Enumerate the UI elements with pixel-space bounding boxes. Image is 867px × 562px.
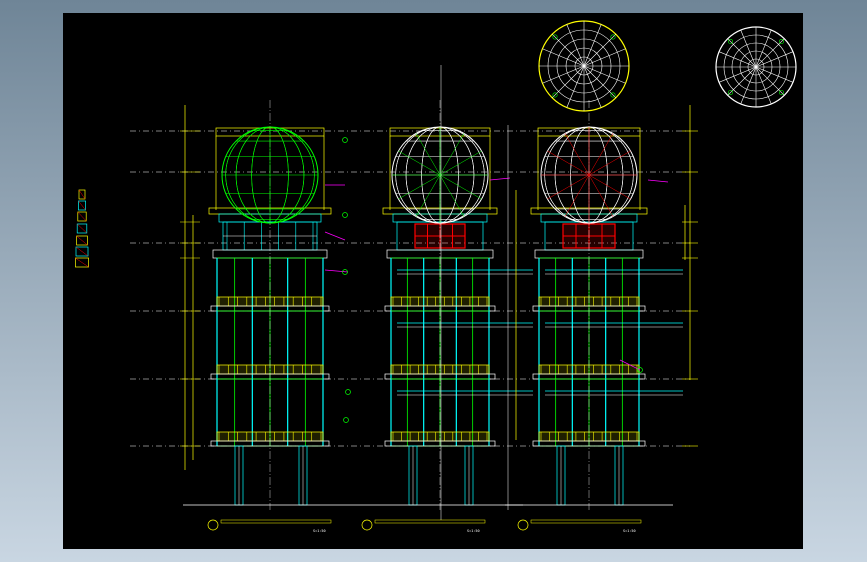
dome-plan-1 bbox=[538, 20, 630, 112]
sphere bbox=[221, 126, 319, 224]
view-scale-label: S=1:50 bbox=[313, 529, 326, 533]
sphere bbox=[540, 126, 638, 224]
view-scale-label: S=1:50 bbox=[467, 529, 480, 533]
cad-viewer-window: S=1:50 S=1:50 S=1:50 bbox=[0, 0, 867, 562]
view-scale-label: S=1:50 bbox=[623, 529, 636, 533]
drawing-background bbox=[63, 13, 803, 549]
cad-drawing[interactable]: S=1:50 S=1:50 S=1:50 bbox=[0, 0, 867, 562]
sphere bbox=[391, 126, 489, 224]
dome-plan-2 bbox=[715, 26, 797, 108]
